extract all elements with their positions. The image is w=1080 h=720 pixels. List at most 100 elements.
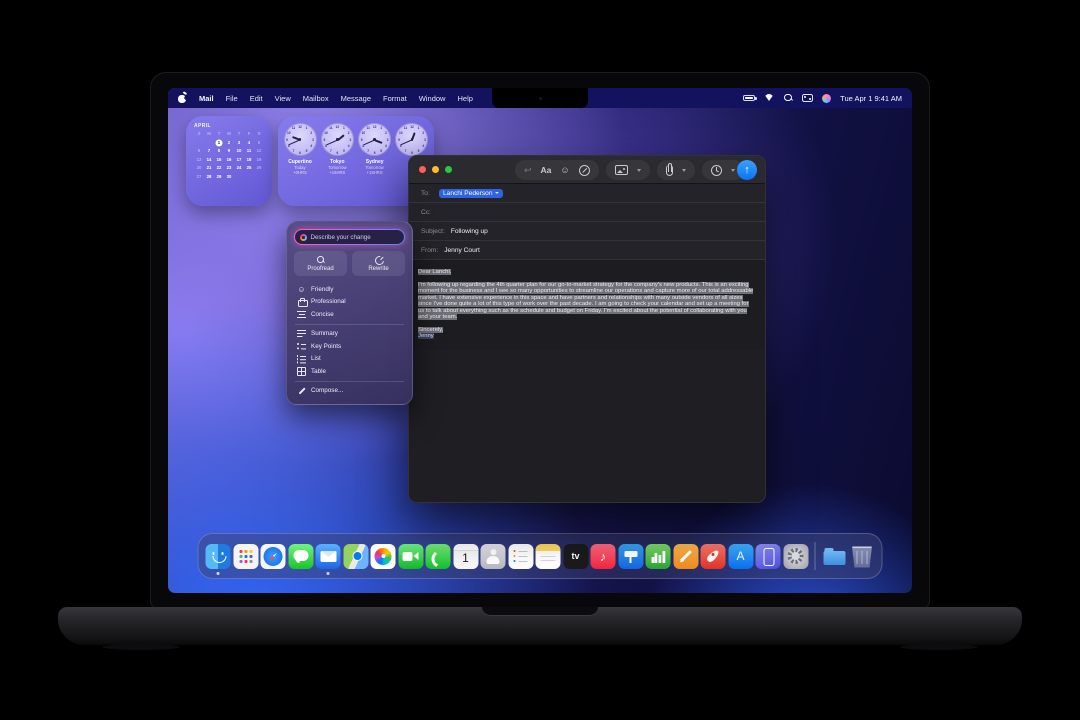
close-button[interactable] xyxy=(419,166,426,173)
to-field-row[interactable]: To: Lanchi Pederson xyxy=(409,184,765,203)
menu-window[interactable]: Window xyxy=(419,94,446,103)
menu-item-concise[interactable]: Concise xyxy=(294,308,405,321)
cc-field-row[interactable]: Cc: xyxy=(409,203,765,222)
dock-contacts-icon[interactable] xyxy=(480,543,506,569)
menu-format[interactable]: Format xyxy=(383,94,407,103)
calendar-day-8[interactable]: 8 xyxy=(214,148,224,154)
calendar-day-26[interactable]: 26 xyxy=(254,165,264,171)
minimize-button[interactable] xyxy=(432,166,439,173)
message-body[interactable]: Dear Lanchi, I'm following up regarding … xyxy=(409,260,765,349)
menu-item-table[interactable]: Table xyxy=(294,365,405,378)
menu-view[interactable]: View xyxy=(275,94,291,103)
describe-change-input[interactable] xyxy=(310,233,399,241)
dock-facetime-icon[interactable] xyxy=(398,543,423,569)
calendar-day-21[interactable]: 21 xyxy=(204,165,214,171)
calendar-day-3[interactable]: 3 xyxy=(234,140,244,146)
menu-edit[interactable]: Edit xyxy=(250,94,263,103)
menu-item-summary[interactable]: Summary xyxy=(294,328,405,341)
dock-finder-icon[interactable] xyxy=(205,543,231,575)
calendar-day-23[interactable]: 23 xyxy=(224,165,234,171)
calendar-day-30[interactable]: 30 xyxy=(224,174,234,180)
dock-messages-icon[interactable] xyxy=(288,543,313,569)
dock-downloads-folder-icon[interactable] xyxy=(822,544,847,569)
calendar-day-28[interactable]: 28 xyxy=(204,174,214,180)
dock-trash-icon[interactable] xyxy=(852,546,872,568)
calendar-day-17[interactable]: 17 xyxy=(234,157,244,163)
dock-appletv-icon[interactable]: tv xyxy=(563,543,588,569)
format-text-button[interactable]: Aa xyxy=(541,165,552,175)
apple-menu-icon[interactable] xyxy=(178,93,187,103)
calendar-day-15[interactable]: 15 xyxy=(214,157,224,163)
menu-item-list[interactable]: List xyxy=(294,353,405,366)
dock-notes-icon[interactable] xyxy=(535,543,561,569)
dock-music-icon[interactable]: ♪ xyxy=(590,543,616,569)
from-field-row[interactable]: From: Jenny Court xyxy=(409,241,765,260)
dock-safari-icon[interactable] xyxy=(260,543,286,569)
battery-icon[interactable] xyxy=(743,94,757,102)
search-icon[interactable] xyxy=(784,93,793,103)
photo-browser-button[interactable] xyxy=(605,160,650,180)
dock-launchpad-icon[interactable] xyxy=(233,543,258,569)
zoom-button[interactable] xyxy=(445,166,452,173)
clock-cupertino[interactable]: 1 2 3 4 5 6 7 8 9 10 11 12 Cupertino Today +0HRS xyxy=(282,123,318,201)
dock-system-settings-icon[interactable] xyxy=(783,543,808,569)
emoji-picker-icon[interactable]: ☺ xyxy=(560,165,569,175)
calendar-day-10[interactable]: 10 xyxy=(234,148,244,154)
menu-mailbox[interactable]: Mailbox xyxy=(303,94,329,103)
calendar-day-20[interactable]: 20 xyxy=(194,165,204,171)
rewrite-button[interactable]: Rewrite xyxy=(352,251,405,276)
dock-rocket-icon[interactable] xyxy=(700,543,726,569)
menu-item-friendly[interactable]: ☺ Friendly xyxy=(294,283,405,296)
calendar-day-11[interactable]: 11 xyxy=(244,148,254,154)
calendar-day-14[interactable]: 14 xyxy=(204,157,214,163)
calendar-day-27[interactable]: 27 xyxy=(194,174,204,180)
dock-reminders-icon[interactable] xyxy=(508,543,533,569)
send-button[interactable]: ↑ xyxy=(737,160,757,180)
describe-change-field[interactable] xyxy=(295,230,404,244)
menu-mail[interactable]: Mail xyxy=(199,94,214,103)
menu-item-professional[interactable]: Professional xyxy=(294,296,405,309)
recipient-token[interactable]: Lanchi Pederson xyxy=(439,188,503,198)
proofread-button[interactable]: Proofread xyxy=(294,251,347,276)
dock-calendar-icon[interactable]: 1 xyxy=(453,543,478,569)
calendar-day-5[interactable]: 5 xyxy=(254,140,264,146)
menu-message[interactable]: Message xyxy=(341,94,371,103)
menu-help[interactable]: Help xyxy=(457,94,472,103)
dock-phone-icon[interactable] xyxy=(425,543,451,569)
calendar-widget[interactable]: APRIL S M T W T F S 1 2 3 4 5 6 7 8 9 10 11 12 13 14 15 16 17 18… xyxy=(186,116,272,206)
undo-icon[interactable]: ↩ xyxy=(524,165,532,175)
dock-appstore-icon[interactable]: A xyxy=(728,543,753,569)
calendar-day-13[interactable]: 13 xyxy=(194,157,204,163)
dock-iphone-mirroring-icon[interactable] xyxy=(755,543,781,569)
menu-item-key-points[interactable]: Key Points xyxy=(294,340,405,353)
menu-item-compose[interactable]: Compose... xyxy=(294,385,405,398)
dock-mail-icon[interactable] xyxy=(315,543,341,575)
clock-sydney[interactable]: 1 2 3 4 5 6 7 8 9 10 11 12 Sydney Tomorrow +18HRS xyxy=(357,123,393,201)
menu-bar-clock[interactable]: Tue Apr 1 9:41 AM xyxy=(840,94,902,103)
calendar-day-18[interactable]: 18 xyxy=(244,157,254,163)
calendar-day-7[interactable]: 7 xyxy=(204,148,214,154)
calendar-day-1[interactable]: 1 xyxy=(214,140,224,146)
calendar-day-2[interactable]: 2 xyxy=(224,140,234,146)
calendar-day-9[interactable]: 9 xyxy=(224,148,234,154)
dock-pages-icon[interactable] xyxy=(673,543,698,569)
dock-numbers-icon[interactable] xyxy=(645,543,671,569)
attach-file-button[interactable] xyxy=(656,160,695,180)
calendar-day-4[interactable]: 4 xyxy=(244,140,254,146)
calendar-day-25[interactable]: 25 xyxy=(244,165,254,171)
menu-file[interactable]: File xyxy=(226,94,238,103)
calendar-day-24[interactable]: 24 xyxy=(234,165,244,171)
dock-maps-icon[interactable] xyxy=(343,543,368,569)
clock-tokyo[interactable]: 1 2 3 4 5 6 7 8 9 10 11 12 Tokyo Tomorrow +16HRS xyxy=(319,123,355,201)
calendar-day-19[interactable]: 19 xyxy=(254,157,264,163)
calendar-day-6[interactable]: 6 xyxy=(194,148,204,154)
calendar-day-29[interactable]: 29 xyxy=(214,174,224,180)
dock-keynote-icon[interactable] xyxy=(618,543,643,569)
calendar-day-22[interactable]: 22 xyxy=(214,165,224,171)
calendar-day-16[interactable]: 16 xyxy=(224,157,234,163)
wifi-icon[interactable] xyxy=(764,94,775,102)
calendar-day-12[interactable]: 12 xyxy=(254,148,264,154)
dock-photos-icon[interactable] xyxy=(370,543,396,569)
control-center-icon[interactable] xyxy=(802,94,814,102)
writing-tools-icon[interactable] xyxy=(578,164,590,176)
